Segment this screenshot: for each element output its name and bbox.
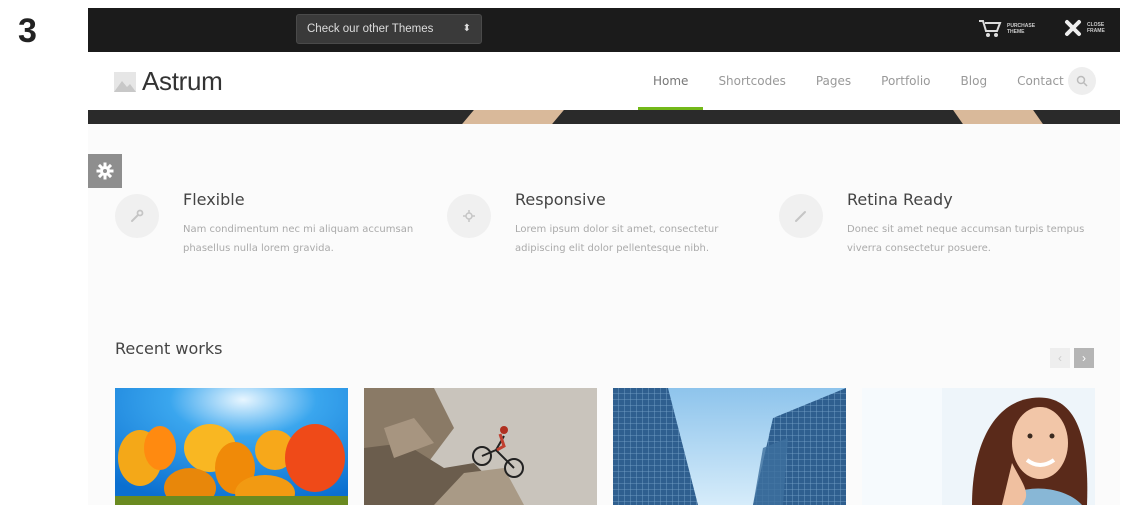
work-item-biker[interactable] <box>364 388 597 505</box>
nav-pages[interactable]: Pages <box>801 52 866 110</box>
demo-top-bar: Check our other Themes ⬍ Purchase Theme … <box>88 8 1120 52</box>
theme-select-value: Check our other Themes <box>307 23 434 35</box>
nav-portfolio[interactable]: Portfolio <box>866 52 945 110</box>
feature-icon-circle <box>447 194 491 238</box>
logo-text: Astrum <box>142 66 223 96</box>
search-button[interactable] <box>1068 67 1096 95</box>
crosshair-icon <box>463 210 475 222</box>
pen-icon <box>795 211 806 222</box>
hero-slider-bottom <box>88 110 1120 124</box>
main-nav: Home Shortcodes Pages Portfolio Blog Con… <box>638 52 1079 110</box>
carousel-prev-button[interactable]: ‹ <box>1050 348 1070 368</box>
purchase-theme-label: Purchase Theme <box>1007 23 1036 35</box>
logo-mountain-icon <box>114 71 136 92</box>
close-frame-label: Close Frame <box>1087 22 1105 34</box>
work-item-woman[interactable] <box>862 388 1095 505</box>
chevron-left-icon: ‹ <box>1058 351 1062 365</box>
feature-title: Flexible <box>183 190 245 209</box>
search-icon <box>1076 75 1088 87</box>
flowers-image <box>115 388 348 505</box>
feature-text: Nam condimentum nec mi aliquam accumsan … <box>183 224 414 254</box>
chevron-right-icon: › <box>1082 351 1086 365</box>
feature-text: Donec sit amet neque accumsan turpis tem… <box>847 224 1085 254</box>
carousel-next-button[interactable]: › <box>1074 348 1094 368</box>
feature-text: Lorem ipsum dolor sit amet, consectetur … <box>515 224 719 254</box>
gear-icon <box>96 162 114 180</box>
feature-icon-circle <box>115 194 159 238</box>
site-header: Astrum Home Shortcodes Pages Portfolio B… <box>88 52 1120 110</box>
style-switcher-button[interactable] <box>88 154 122 188</box>
wrench-icon <box>131 209 144 222</box>
nav-home[interactable]: Home <box>638 52 704 110</box>
purchase-theme-button[interactable]: Purchase Theme <box>978 19 1037 39</box>
site-logo[interactable]: Astrum <box>114 66 223 97</box>
feature-icon-circle <box>779 194 823 238</box>
select-arrows-icon: ⬍ <box>462 23 471 34</box>
nav-shortcodes[interactable]: Shortcodes <box>703 52 800 110</box>
browser-frame: Check our other Themes ⬍ Purchase Theme … <box>88 8 1120 505</box>
work-item-skyscrapers[interactable] <box>613 388 846 505</box>
step-number: 3 <box>18 12 37 50</box>
feature-title: Retina Ready <box>847 190 953 209</box>
feature-title: Responsive <box>515 190 606 209</box>
close-icon <box>1065 20 1081 36</box>
work-item-flowers[interactable] <box>115 388 348 505</box>
recent-works-title: Recent works <box>115 339 223 358</box>
cart-icon <box>979 20 1002 37</box>
skyscrapers-image <box>613 388 846 505</box>
theme-select[interactable]: Check our other Themes ⬍ <box>296 14 482 44</box>
nav-blog[interactable]: Blog <box>946 52 1003 110</box>
smiling-woman-image <box>862 388 1095 505</box>
close-frame-button[interactable]: Close Frame <box>1064 19 1117 37</box>
mountain-biker-image <box>364 388 597 505</box>
